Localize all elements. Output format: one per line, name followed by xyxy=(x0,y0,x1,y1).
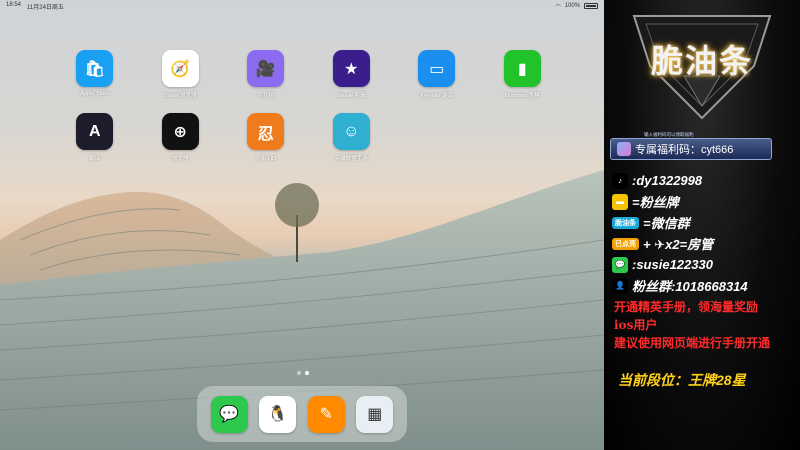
page-indicator[interactable] xyxy=(297,371,309,375)
info-row: 脆油条 =微信群 xyxy=(612,212,798,233)
notice-line: 建议使用网页端进行手册开通 xyxy=(614,336,771,350)
dock: 💬 🐧 ✎ ▦ xyxy=(197,386,407,442)
current-rank: 当前段位：王牌28星 xyxy=(618,372,746,388)
app-lol-mobile[interactable]: ☺ 英雄联盟手游 xyxy=(309,113,395,162)
info-row: ▬ =粉丝牌 xyxy=(612,191,798,212)
translate-icon: A xyxy=(76,113,114,150)
fan-badge-icon: ▬ xyxy=(612,193,628,210)
avatar-icon xyxy=(617,142,631,156)
info-text: =粉丝牌 xyxy=(632,195,679,210)
home-app-grid: 🛍 Apple Store 🧭 Safari 浏览器 🎥 可立拍 ★ iMovie 剪辑 ▭ Ke… xyxy=(52,50,572,162)
promo-code-banner: 专属福利码：cyt666 xyxy=(610,138,772,160)
notice-line: 开通精英手册，领海量奖励 xyxy=(614,300,759,314)
info-row: 💬 :susie122330 xyxy=(612,254,798,275)
wechat-icon[interactable]: 💬 xyxy=(210,395,248,433)
app-label: 放大器 xyxy=(171,156,189,162)
info-row: ♪ :dy1322998 xyxy=(612,170,798,191)
info-text: :susie122330 xyxy=(632,257,713,272)
page-dot xyxy=(297,371,301,375)
logo-badge: 脆油条 xyxy=(624,6,780,124)
app-label: iMovie 剪辑 xyxy=(337,93,366,99)
app-label: Keynote 讲演 xyxy=(420,93,454,99)
app-label: Safari 浏览器 xyxy=(164,93,197,99)
app-clips[interactable]: 🎥 可立拍 xyxy=(223,50,309,99)
app-keynote[interactable]: ▭ Keynote 讲演 xyxy=(394,50,480,99)
imovie-icon: ★ xyxy=(332,50,370,87)
status-date: 11月24日周五 xyxy=(27,4,64,11)
wechat-small-icon: 💬 xyxy=(612,256,628,273)
app-safari[interactable]: 🧭 Safari 浏览器 xyxy=(138,50,224,99)
info-text: 粉丝群:1018668314 xyxy=(632,279,748,294)
app-label: 英雄联盟手游 xyxy=(334,156,368,162)
info-text: :dy1322998 xyxy=(632,173,703,188)
ipad-screen: 18:54 11月24日周五 ◠ 100% 🛍 Apple Store 🧭 Safar… xyxy=(0,0,604,450)
naruto-hd-icon: 忍 xyxy=(247,113,285,150)
info-text: =微信群 xyxy=(643,216,690,231)
app-label: 火影 HD xyxy=(255,156,276,162)
app-label: Numbers 表格 xyxy=(504,93,540,99)
app-naruto-hd[interactable]: 忍火影 HD xyxy=(223,113,309,162)
douyin-fans-icon: 👤 xyxy=(612,277,628,294)
pages-icon[interactable]: ✎ xyxy=(307,395,345,433)
app-label: 可立拍 xyxy=(257,93,274,99)
status-bar: 18:54 11月24日周五 ◠ 100% xyxy=(0,0,604,12)
info-row: 👤 粉丝群:1018668314 xyxy=(612,275,798,296)
app-translate[interactable]: A 翻译 xyxy=(52,113,138,162)
notice-line: ios用户 xyxy=(614,318,658,332)
app-imovie[interactable]: ★ iMovie 剪辑 xyxy=(309,50,395,99)
wifi-icon: ◠ xyxy=(555,3,561,10)
oil-tag-icon: 脆油条 xyxy=(612,216,639,229)
stream-overlay: 脆油条 输入福利码可以领取福利 专属福利码：cyt666 ♪:dy1322998… xyxy=(604,0,800,450)
status-time: 18:54 xyxy=(6,1,22,8)
lone-tree xyxy=(275,183,319,262)
app-numbers[interactable]: ▮ Numbers 表格 xyxy=(480,50,566,99)
keynote-icon: ▭ xyxy=(418,50,456,87)
app-label: 翻译 xyxy=(89,156,101,162)
app-library-icon[interactable]: ▦ xyxy=(356,395,394,433)
lol-mobile-icon: ☺ xyxy=(332,113,370,150)
logo-text: 脆油条 xyxy=(650,42,753,80)
notice-text: 开通精英手册，领海量奖励 ios用户建议使用网页端进行手册开通 xyxy=(614,298,800,352)
gold-tag-icon: 已点亮 xyxy=(612,237,639,250)
battery-percent: 100% xyxy=(564,3,580,9)
app-store-icon: 🛍 xyxy=(76,50,114,87)
app-label: Apple Store xyxy=(80,91,110,97)
safari-icon: 🧭 xyxy=(161,50,199,87)
contact-info-list: ♪ :dy1322998 ▬ =粉丝牌脆油条 =微信群 已点亮 + ✈x2=房管 💬 :susi… xyxy=(612,170,798,296)
qq-icon[interactable]: 🐧 xyxy=(259,395,297,433)
numbers-icon: ▮ xyxy=(503,50,541,87)
promo-code-label: 专属福利码：cyt666 xyxy=(635,144,734,156)
app-magnifier[interactable]: ⊕ 放大器 xyxy=(138,113,224,162)
clips-icon: 🎥 xyxy=(247,50,285,87)
info-row: 已点亮 + ✈x2=房管 xyxy=(612,233,798,254)
info-text: + ✈x2=房管 xyxy=(643,237,714,252)
page-dot-current xyxy=(305,371,309,375)
magnifier-icon: ⊕ xyxy=(161,113,199,150)
tiktok-icon: ♪ xyxy=(612,172,628,189)
app-app-store[interactable]: 🛍 Apple Store xyxy=(52,50,138,99)
battery-icon xyxy=(584,3,598,9)
